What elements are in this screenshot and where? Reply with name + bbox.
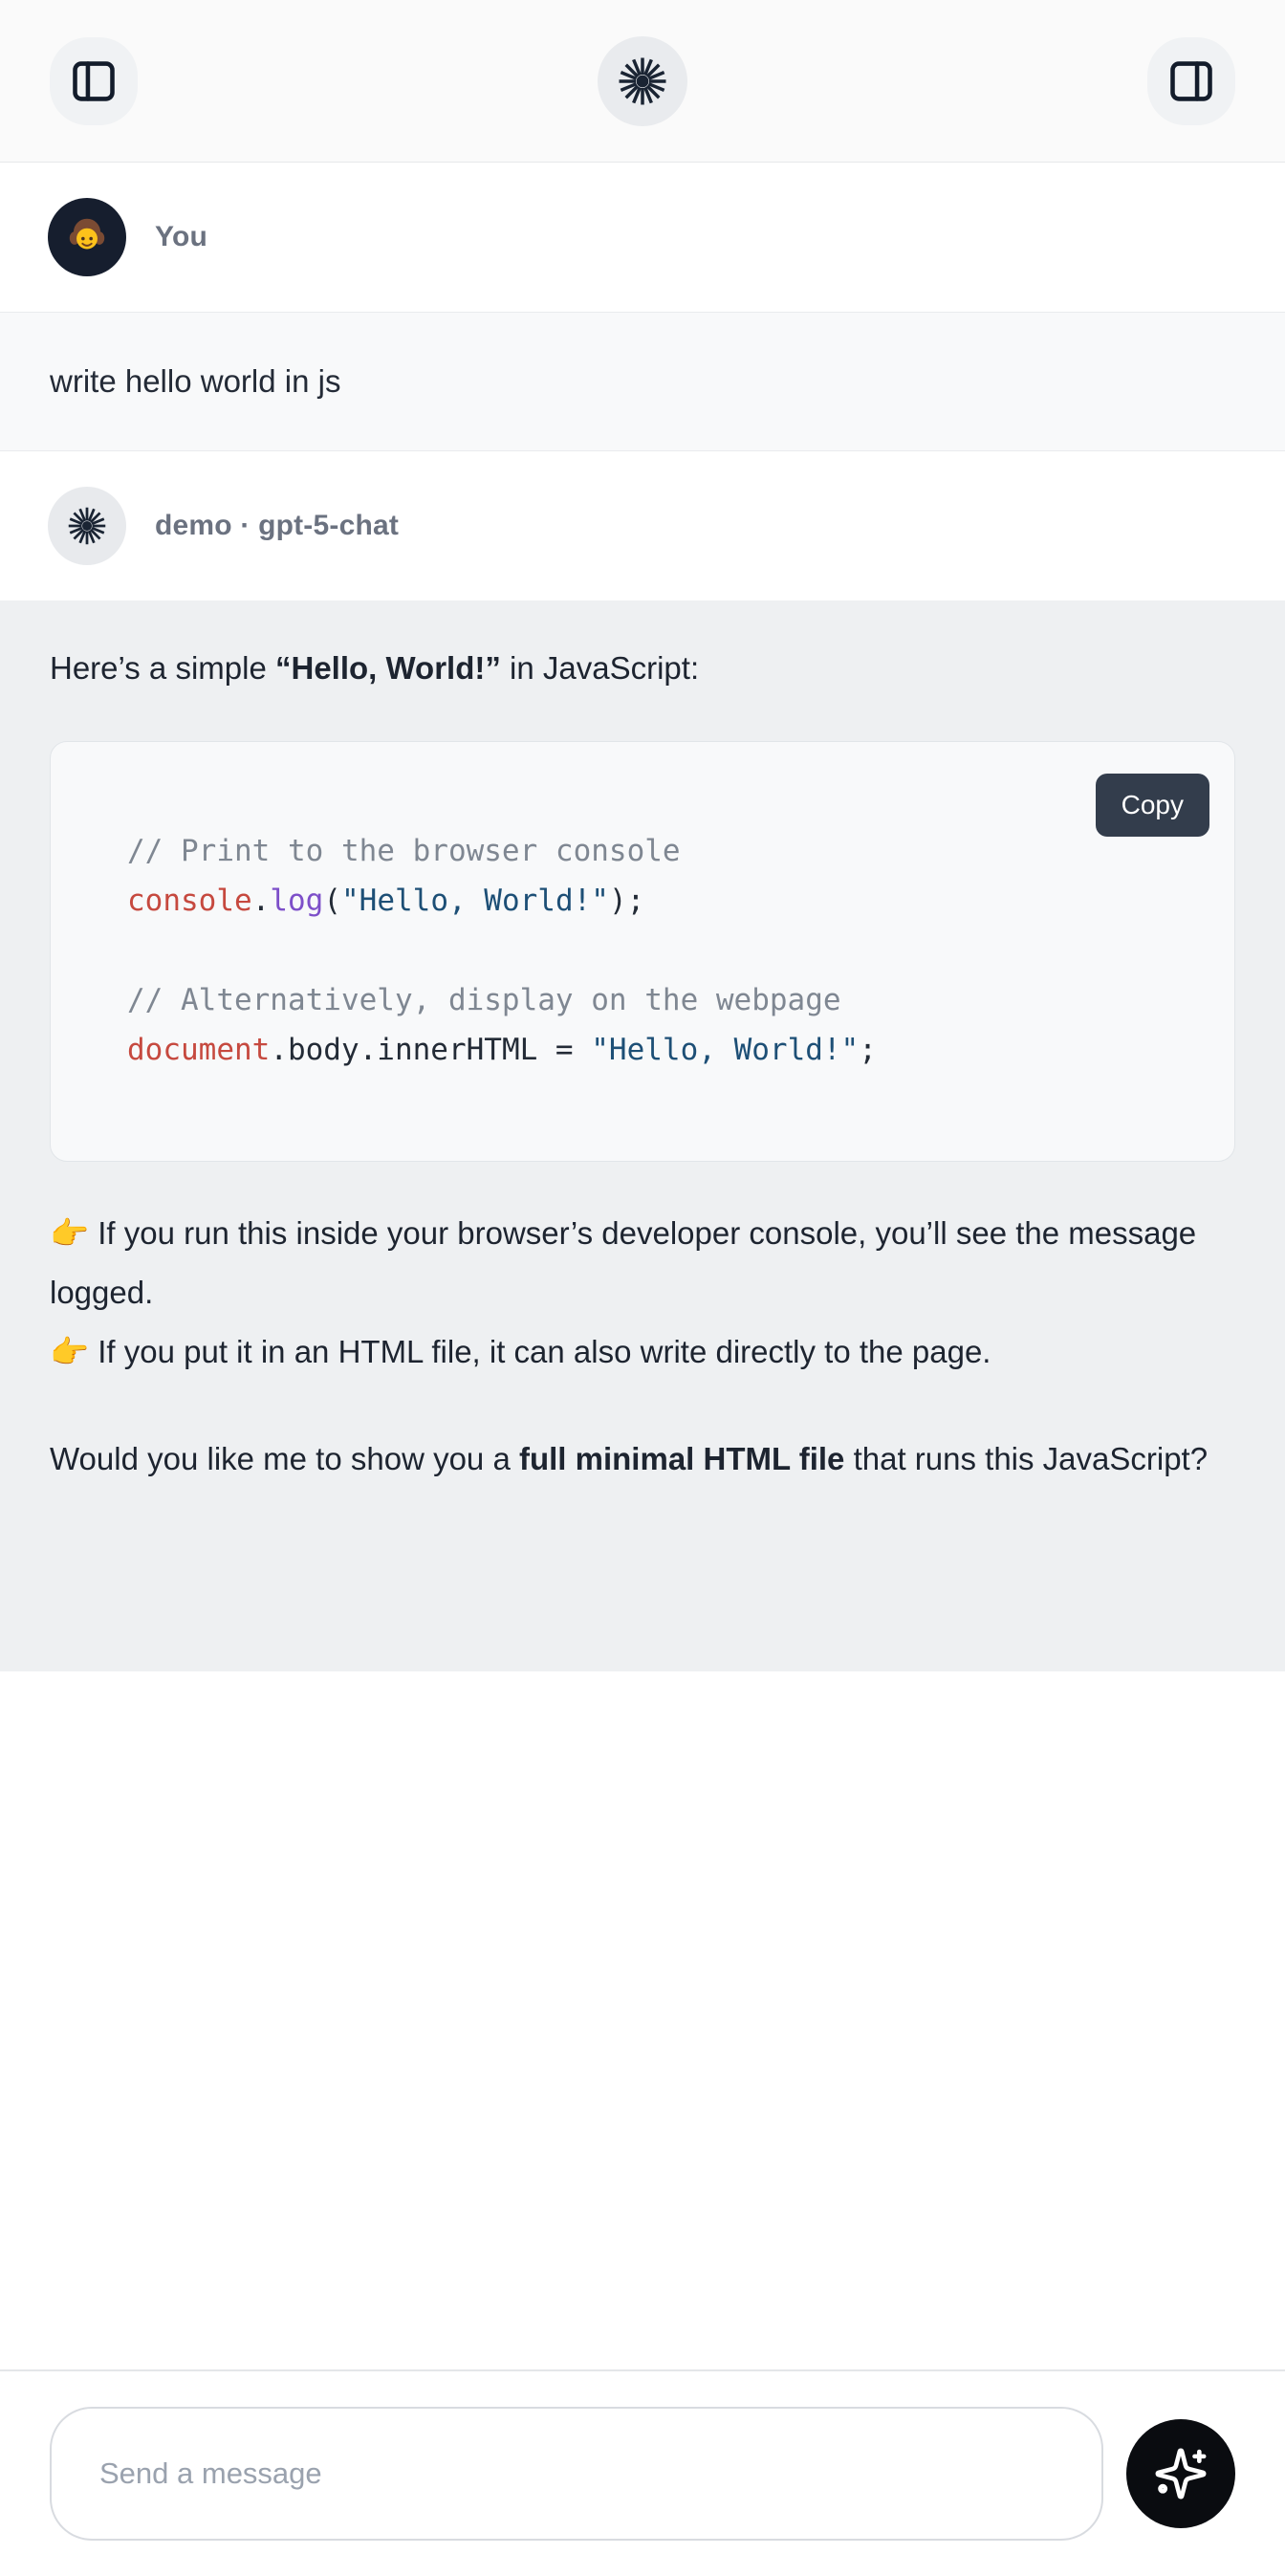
assistant-message-panel: Here’s a simple “Hello, World!” in JavaS… — [0, 600, 1285, 1671]
assistant-author-label: demo · gpt-5-chat — [155, 510, 399, 542]
user-message-text: write hello world in js — [50, 363, 340, 400]
intro-pre: Here’s a simple — [50, 650, 275, 686]
pointing-right-emoji: 👉 — [50, 1215, 89, 1251]
panel-left-icon — [69, 56, 119, 106]
message-composer-bar — [0, 2369, 1285, 2576]
intro-post: in JavaScript: — [501, 650, 699, 686]
sidebar-right-toggle-button[interactable] — [1147, 37, 1235, 125]
assistant-tips-text: 👉 If you run this inside your browser’s … — [50, 1204, 1235, 1382]
starburst-icon — [66, 505, 108, 547]
person-emoji-icon — [63, 213, 111, 261]
panel-right-icon — [1166, 56, 1216, 106]
question-bold: full minimal HTML file — [519, 1441, 844, 1476]
user-avatar — [48, 198, 126, 276]
question-post: that runs this JavaScript? — [844, 1441, 1208, 1476]
assistant-question-text: Would you like me to show you a full min… — [50, 1430, 1235, 1489]
question-pre: Would you like me to show you a — [50, 1441, 519, 1476]
assistant-author-row: demo · gpt-5-chat — [0, 451, 1285, 600]
model-spinner-button[interactable] — [598, 36, 687, 126]
code-line-empty — [127, 926, 1206, 975]
intro-bold: “Hello, World!” — [275, 650, 501, 686]
assistant-intro-text: Here’s a simple “Hello, World!” in JavaS… — [50, 641, 1235, 696]
chat-app: You write hello world in js demo — [0, 0, 1285, 2576]
send-button[interactable] — [1126, 2419, 1235, 2528]
code-line: console.log("Hello, World!"); — [127, 876, 1206, 926]
copy-button[interactable]: Copy — [1096, 774, 1209, 837]
code-line: document.body.innerHTML = "Hello, World!… — [127, 1025, 1206, 1075]
code-block: Copy // Print to the browser console con… — [50, 741, 1235, 1162]
top-bar — [0, 0, 1285, 163]
user-message-panel: write hello world in js — [0, 312, 1285, 451]
tip2-text: If you put it in an HTML file, it can al… — [89, 1334, 991, 1369]
sparkles-icon — [1153, 2446, 1209, 2501]
assistant-avatar — [48, 487, 126, 565]
tip1-text: If you run this inside your browser’s de… — [50, 1215, 1196, 1310]
message-input[interactable] — [50, 2407, 1103, 2541]
user-author-label: You — [155, 221, 207, 253]
empty-scroll-area — [0, 1671, 1285, 2369]
starburst-icon — [616, 55, 669, 108]
pointing-right-emoji: 👉 — [50, 1334, 89, 1369]
user-author-row: You — [0, 163, 1285, 312]
code-content: // Print to the browser console console.… — [51, 742, 1234, 1075]
code-line: // Alternatively, display on the webpage — [127, 975, 1206, 1025]
sidebar-left-toggle-button[interactable] — [50, 37, 138, 125]
code-line: // Print to the browser console — [127, 826, 1206, 876]
